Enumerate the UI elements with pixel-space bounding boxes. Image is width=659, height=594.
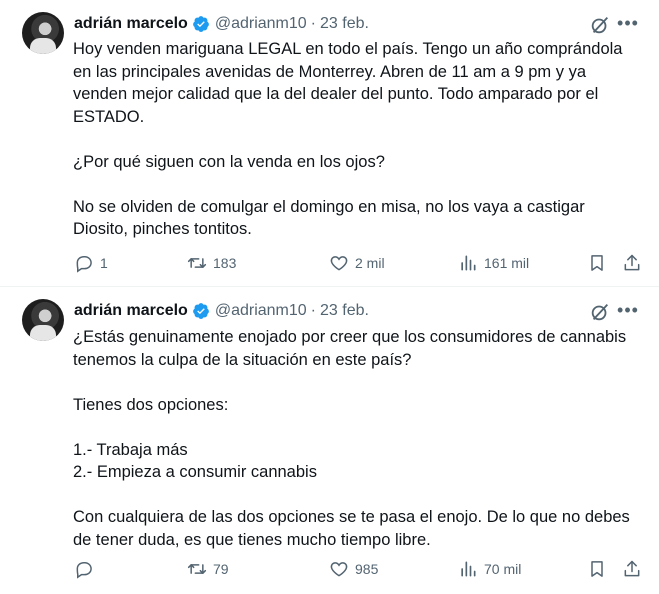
views-count: 161 mil <box>484 255 530 271</box>
avatar[interactable] <box>22 12 64 54</box>
tweet-date[interactable]: 23 feb. <box>320 302 369 320</box>
like-count: 985 <box>355 561 379 577</box>
share-button[interactable] <box>622 251 642 275</box>
reply-count: 1 <box>100 255 108 271</box>
bookmark-icon <box>591 255 603 271</box>
tweet-paragraph: Hoy venden mariguana LEGAL en todo el pa… <box>73 40 623 126</box>
tweet-text: Hoy venden mariguana LEGAL en todo el pa… <box>73 38 643 241</box>
verified-badge-icon <box>192 16 209 32</box>
tweet-paragraph: 1.- Trabaja más 2.- Empieza a consumir c… <box>73 440 317 482</box>
tweet-paragraph <box>73 173 643 196</box>
heart-icon <box>330 562 348 577</box>
retweet-icon <box>187 564 207 574</box>
reply-icon <box>76 562 92 579</box>
tweet-text: ¿Estás genuinamente enojado por creer qu… <box>73 326 643 551</box>
tweet[interactable]: adrián marcelo @adrianm10 · 23 feb. ••• … <box>0 287 659 594</box>
separator-dot: · <box>310 302 316 319</box>
author-handle[interactable]: @adrianm10 <box>215 15 307 33</box>
share-button[interactable] <box>622 557 642 581</box>
tweet-paragraph: Con cualquiera de las dos opciones se te… <box>73 508 630 549</box>
retweet-icon <box>187 258 207 268</box>
like-count: 2 mil <box>355 255 385 271</box>
tweet-paragraph <box>73 484 643 507</box>
author-name[interactable]: adrián marcelo <box>74 15 188 33</box>
bookmark-icon <box>591 561 603 577</box>
retweet-button[interactable]: 183 <box>187 251 236 275</box>
more-options-icon[interactable]: ••• <box>617 12 639 34</box>
like-button[interactable]: 985 <box>329 557 378 581</box>
retweet-count: 79 <box>213 561 229 577</box>
tweet-paragraph: No se olviden de comulgar el domingo en … <box>73 197 585 239</box>
views-chart-icon <box>461 255 476 271</box>
tweet-date[interactable]: 23 feb. <box>320 15 369 33</box>
views-chart-icon <box>461 561 476 577</box>
tweet-paragraph: Tienes dos opciones: <box>73 395 229 414</box>
grok-icon[interactable] <box>589 301 611 323</box>
views-count: 70 mil <box>484 561 522 577</box>
verified-badge-icon <box>192 303 209 319</box>
bookmark-button[interactable] <box>587 251 607 275</box>
author-name[interactable]: adrián marcelo <box>74 302 188 320</box>
retweet-button[interactable]: 79 <box>187 557 229 581</box>
bookmark-button[interactable] <box>587 557 607 581</box>
separator-dot: · <box>310 15 316 32</box>
grok-icon[interactable] <box>589 14 611 36</box>
views-button[interactable]: 161 mil <box>458 251 529 275</box>
reply-icon <box>76 256 92 273</box>
share-icon <box>624 254 640 271</box>
timeline: adrián marcelo @adrianm10 · 23 feb. ••• … <box>0 0 659 594</box>
reply-button[interactable]: 1 <box>74 251 108 275</box>
tweet-header: adrián marcelo @adrianm10 · 23 feb. <box>74 300 369 322</box>
tweet[interactable]: adrián marcelo @adrianm10 · 23 feb. ••• … <box>0 0 659 287</box>
share-icon <box>624 560 640 577</box>
action-bar: 1 183 2 mil 161 mil <box>70 251 650 275</box>
tweet-header: adrián marcelo @adrianm10 · 23 feb. <box>74 13 369 35</box>
avatar[interactable] <box>22 299 64 341</box>
retweet-count: 183 <box>213 255 237 271</box>
tweet-paragraph: ¿Estás genuinamente enojado por creer qu… <box>73 328 627 369</box>
tweet-paragraph <box>73 371 643 394</box>
views-button[interactable]: 70 mil <box>458 557 521 581</box>
like-button[interactable]: 2 mil <box>329 251 385 275</box>
author-handle[interactable]: @adrianm10 <box>215 302 307 320</box>
tweet-paragraph <box>73 416 643 439</box>
tweet-paragraph <box>73 128 643 151</box>
heart-icon <box>330 256 348 271</box>
tweet-paragraph: ¿Por qué siguen con la venda en los ojos… <box>73 152 385 171</box>
more-options-icon[interactable]: ••• <box>617 299 639 321</box>
reply-button[interactable] <box>74 557 100 581</box>
action-bar: 79 985 70 mil <box>70 557 650 581</box>
